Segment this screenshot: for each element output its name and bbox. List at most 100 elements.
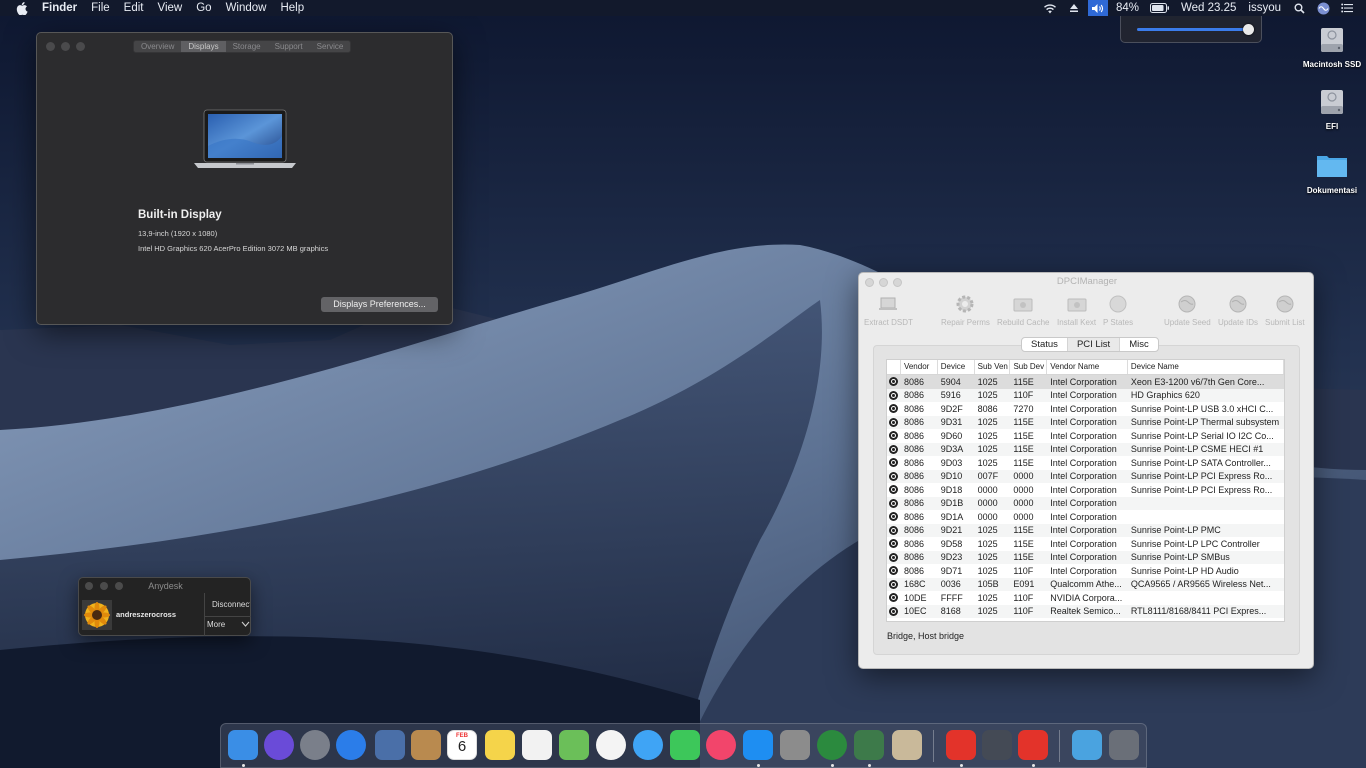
messages-icon[interactable]	[633, 730, 663, 760]
anydesk-title: Anydesk	[148, 581, 183, 591]
preview-icon[interactable]	[375, 730, 405, 760]
volume-slider-track[interactable]	[1137, 28, 1249, 31]
notes-icon[interactable]	[485, 730, 515, 760]
facetime-icon[interactable]	[670, 730, 700, 760]
calendar-icon[interactable]: FEB 6	[447, 730, 477, 760]
tab-displays[interactable]: Displays	[181, 41, 226, 52]
anydesk-alt-icon[interactable]	[1018, 730, 1048, 760]
close-button[interactable]	[46, 42, 55, 51]
table-row[interactable]: 8086 9D58 1025 115E Intel Corporation Sunrise…	[887, 537, 1284, 551]
table-row[interactable]: 8086 5904 1025 115E Intel Corporation Xeon E3…	[887, 375, 1284, 389]
menu-edit[interactable]: Edit	[124, 2, 144, 14]
menu-file[interactable]: File	[91, 2, 110, 14]
wifi-icon[interactable]	[1043, 1, 1057, 15]
maps-icon[interactable]	[559, 730, 589, 760]
volume-slider-knob[interactable]	[1243, 24, 1254, 35]
desktop-icon-macintosh-ssd[interactable]: Macintosh SSD	[1300, 22, 1364, 69]
safari-icon[interactable]	[336, 730, 366, 760]
user-name[interactable]: issyou	[1248, 2, 1281, 14]
battery-icon[interactable]	[1149, 1, 1170, 15]
column-header-sub-dev[interactable]: Sub Dev	[1010, 360, 1048, 374]
app-store-icon[interactable]	[743, 730, 773, 760]
tab-misc[interactable]: Misc	[1120, 338, 1158, 351]
table-row[interactable]: 8086 9D2F 8086 7270 Intel Corporation Sunrise…	[887, 402, 1284, 416]
toolbar-p-states[interactable]: P States	[1103, 293, 1133, 327]
siri-icon[interactable]	[264, 730, 294, 760]
cell-sub-ven: 1025	[977, 606, 998, 617]
table-row[interactable]: 8086 9D1B 0000 0000 Intel Corporation	[887, 496, 1284, 510]
table-row[interactable]: 8086 9D18 0000 0000 Intel Corporation Sunrise…	[887, 483, 1284, 497]
desktop-icon-efi[interactable]: EFI	[1300, 84, 1364, 131]
column-header-icon[interactable]	[887, 360, 901, 374]
anydesk-icon[interactable]	[946, 730, 976, 760]
eject-icon[interactable]	[1067, 1, 1081, 15]
kext-utility-icon[interactable]	[982, 730, 1012, 760]
table-row[interactable]: 168C 0036 105B E091 Qualcomm Athe... QCA9565 …	[887, 577, 1284, 591]
toolbar-rebuild-cache[interactable]: Rebuild Cache	[997, 293, 1049, 327]
system-preferences-icon[interactable]	[780, 730, 810, 760]
column-header-device-name[interactable]: Device Name	[1128, 360, 1284, 374]
menu-window[interactable]: Window	[226, 2, 267, 14]
column-header-sub-ven[interactable]: Sub Ven	[975, 360, 1011, 374]
table-row[interactable]: 8086 5916 1025 110F Intel Corporation HD Grap…	[887, 388, 1284, 402]
table-row[interactable]: 8086 9D60 1025 115E Intel Corporation Sunrise…	[887, 429, 1284, 443]
clock[interactable]: Wed 23.25	[1181, 2, 1236, 14]
spotlight-search-icon[interactable]	[1292, 1, 1306, 15]
photos-icon[interactable]	[596, 730, 626, 760]
desktop-icon-dokumentasi[interactable]: Dokumentasi	[1300, 148, 1364, 195]
apple-menu-icon[interactable]	[16, 1, 29, 15]
table-row[interactable]: 8086 9D3A 1025 115E Intel Corporation Sunrise…	[887, 442, 1284, 456]
column-header-device[interactable]: Device	[938, 360, 975, 374]
toolbar-repair-perms[interactable]: Repair Perms	[941, 293, 990, 327]
tab-support[interactable]: Support	[268, 41, 310, 52]
disconnect-button[interactable]: Disconnect	[212, 600, 250, 609]
column-header-vendor[interactable]: Vendor	[901, 360, 938, 374]
tab-storage[interactable]: Storage	[226, 41, 268, 52]
more-button[interactable]: More	[207, 620, 225, 629]
tab-service[interactable]: Service	[310, 41, 351, 52]
tab-status[interactable]: Status	[1022, 338, 1068, 351]
script-editor-icon[interactable]	[892, 730, 922, 760]
toolbar-update-seed[interactable]: Update Seed	[1164, 293, 1211, 327]
tab-pci-list[interactable]: PCI List	[1067, 338, 1121, 351]
tab-overview[interactable]: Overview	[134, 41, 181, 52]
table-row[interactable]: 8086 9D10 007F 0000 Intel Corporation Sunrise…	[887, 469, 1284, 483]
table-row[interactable]: 8086 9D71 1025 110F Intel Corporation Sunrise…	[887, 564, 1284, 578]
circle-icon	[1109, 295, 1127, 313]
siri-menu-icon[interactable]	[1316, 1, 1330, 15]
itunes-icon[interactable]	[706, 730, 736, 760]
table-row[interactable]: 8086 9D21 1025 115E Intel Corporation Sunrise…	[887, 523, 1284, 537]
reminders-icon[interactable]	[522, 730, 552, 760]
displays-preferences-button[interactable]: Displays Preferences...	[321, 297, 438, 312]
chevron-down-icon[interactable]	[241, 620, 250, 628]
info-icon	[887, 485, 901, 495]
table-row[interactable]: 8086 9D31 1025 115E Intel Corporation Sunrise…	[887, 415, 1284, 429]
globe-icon[interactable]	[817, 730, 847, 760]
finder-icon[interactable]	[228, 730, 258, 760]
menu-app-name[interactable]: Finder	[42, 2, 77, 14]
toolbar-install-kext[interactable]: Install Kext	[1057, 293, 1096, 327]
zoom-button[interactable]	[76, 42, 85, 51]
toolbar-extract-dsdt[interactable]: Extract DSDT	[864, 293, 913, 327]
menu-view[interactable]: View	[158, 2, 183, 14]
trash-icon[interactable]	[1109, 730, 1139, 760]
table-row[interactable]: 8086 9D1A 0000 0000 Intel Corporation	[887, 510, 1284, 524]
table-row[interactable]: 10DE FFFF 1025 110F NVIDIA Corpora...	[887, 591, 1284, 605]
launchpad-icon[interactable]	[300, 730, 330, 760]
downloads-folder-icon[interactable]	[1072, 730, 1102, 760]
cell-device-name: Sunrise Point-LP Thermal subsystem	[1130, 417, 1280, 428]
menu-help[interactable]: Help	[280, 2, 304, 14]
table-row[interactable]: 10EC 8168 1025 110F Realtek Semico... RTL8111…	[887, 604, 1284, 618]
toolbar-update-ids[interactable]: Update IDs	[1218, 293, 1258, 327]
column-header-vendor-name[interactable]: Vendor Name	[1047, 360, 1128, 374]
volume-icon[interactable]	[1087, 0, 1108, 16]
table-row[interactable]: 8086 9D03 1025 115E Intel Corporation Sunrise…	[887, 456, 1284, 470]
table-row[interactable]: 8086 9D23 1025 115E Intel Corporation Sunrise…	[887, 550, 1284, 564]
toolbar-submit-list[interactable]: Submit List	[1265, 293, 1305, 327]
notification-center-icon[interactable]	[1340, 1, 1354, 15]
cell-vendor-name: Intel Corporation	[1050, 565, 1117, 576]
menu-go[interactable]: Go	[196, 2, 211, 14]
system-information-icon[interactable]	[854, 730, 884, 760]
minimize-button[interactable]	[61, 42, 70, 51]
contacts-icon[interactable]	[411, 730, 441, 760]
